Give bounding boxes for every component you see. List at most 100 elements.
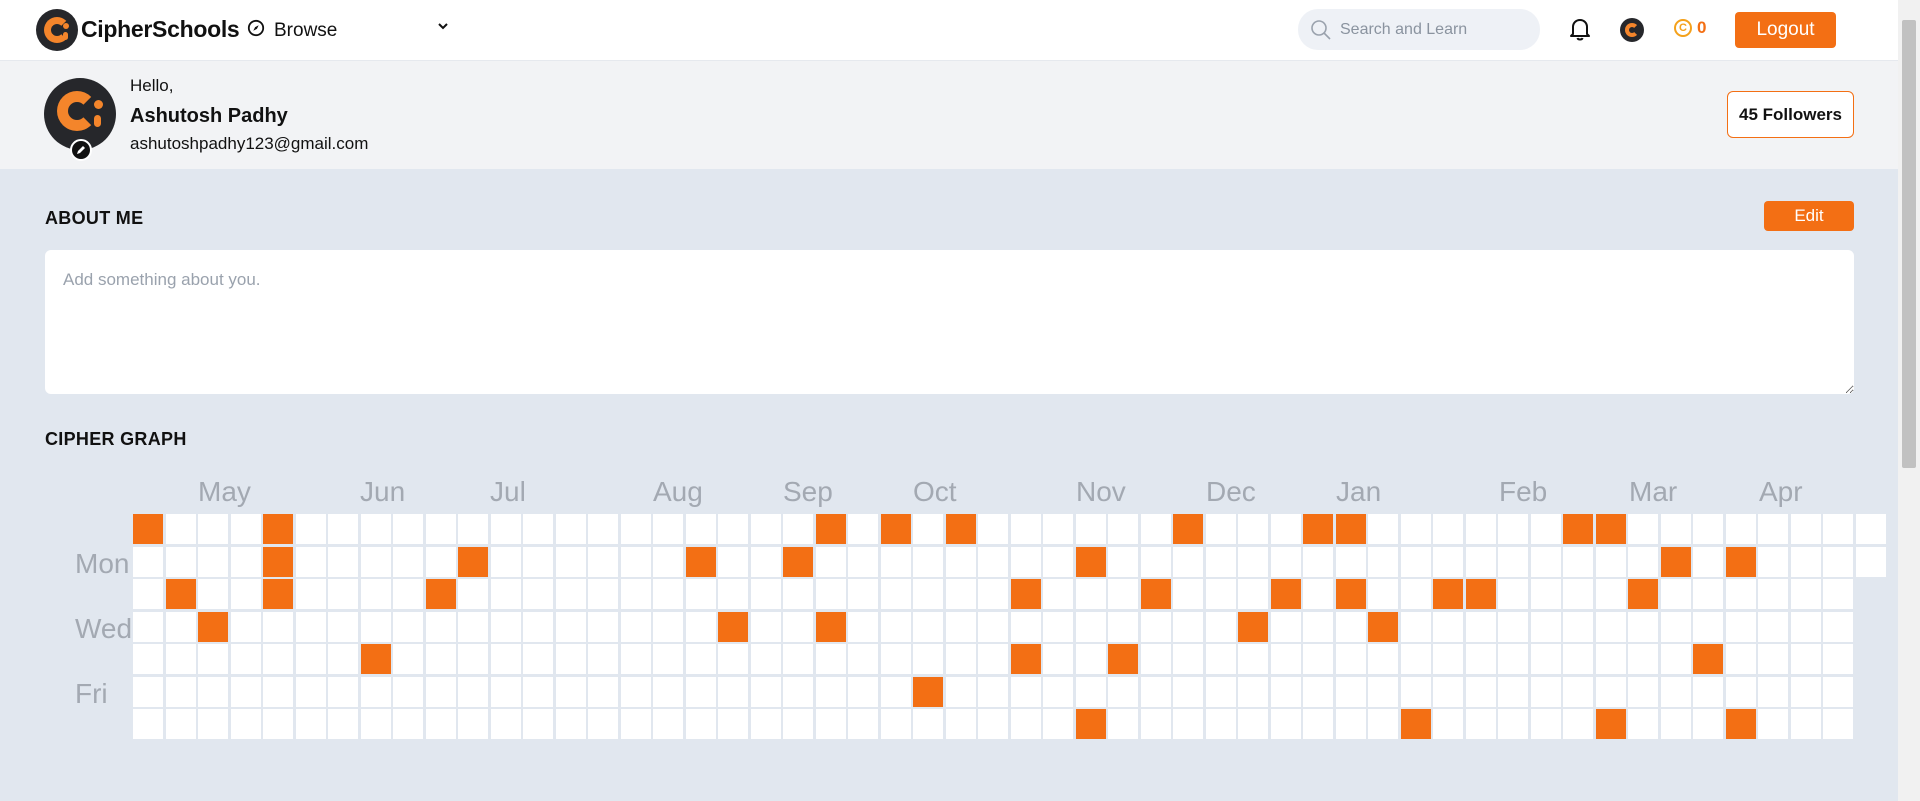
graph-cell[interactable] (913, 709, 943, 739)
cipherschools-mini-icon[interactable] (1620, 18, 1644, 42)
graph-cell[interactable] (1043, 546, 1073, 577)
graph-cell[interactable] (1043, 579, 1073, 609)
graph-cell[interactable] (555, 611, 586, 642)
graph-cell[interactable] (978, 676, 1008, 707)
graph-cell[interactable] (1465, 611, 1496, 642)
graph-cell[interactable] (1335, 611, 1366, 642)
graph-cell[interactable] (1758, 579, 1788, 609)
graph-cell[interactable] (295, 676, 326, 707)
graph-cell[interactable] (718, 644, 748, 674)
graph-cell[interactable] (1498, 644, 1528, 674)
graph-cell[interactable] (685, 579, 716, 609)
graph-cell[interactable] (1075, 514, 1106, 544)
graph-cell[interactable] (1790, 514, 1821, 544)
graph-cell[interactable] (1108, 514, 1138, 544)
graph-cell[interactable] (1465, 546, 1496, 577)
graph-cell[interactable] (555, 709, 586, 739)
graph-cell[interactable] (1433, 611, 1463, 642)
graph-cell[interactable] (1303, 611, 1333, 642)
graph-cell[interactable] (1498, 514, 1528, 544)
graph-cell[interactable] (1238, 676, 1268, 707)
graph-cell[interactable] (848, 579, 878, 609)
graph-cell[interactable] (1498, 579, 1528, 609)
graph-cell[interactable] (848, 611, 878, 642)
graph-cell[interactable] (1660, 644, 1691, 674)
graph-cell[interactable] (1270, 676, 1301, 707)
graph-cell[interactable] (1530, 709, 1561, 739)
graph-cell[interactable] (263, 546, 293, 577)
graph-cell[interactable] (1563, 709, 1593, 739)
graph-cell[interactable] (1400, 546, 1431, 577)
graph-cell[interactable] (750, 709, 781, 739)
graph-cell[interactable] (1335, 514, 1366, 544)
graph-cell[interactable] (945, 579, 976, 609)
graph-cell[interactable] (880, 546, 911, 577)
graph-cell[interactable] (1595, 709, 1626, 739)
graph-cell[interactable] (295, 644, 326, 674)
graph-cell[interactable] (1400, 579, 1431, 609)
graph-cell[interactable] (1823, 709, 1853, 739)
graph-cell[interactable] (393, 709, 423, 739)
graph-cell[interactable] (945, 676, 976, 707)
graph-cell[interactable] (1465, 514, 1496, 544)
graph-cell[interactable] (1238, 514, 1268, 544)
graph-cell[interactable] (230, 579, 261, 609)
graph-cell[interactable] (1043, 644, 1073, 674)
graph-cell[interactable] (230, 644, 261, 674)
graph-cell[interactable] (685, 709, 716, 739)
graph-cell[interactable] (913, 644, 943, 674)
graph-cell[interactable] (815, 514, 846, 544)
graph-cell[interactable] (360, 546, 391, 577)
graph-cell[interactable] (1433, 579, 1463, 609)
graph-cell[interactable] (1855, 514, 1886, 544)
graph-cell[interactable] (1270, 709, 1301, 739)
graph-cell[interactable] (165, 611, 196, 642)
graph-cell[interactable] (718, 676, 748, 707)
graph-cell[interactable] (1075, 644, 1106, 674)
graph-cell[interactable] (490, 514, 521, 544)
graph-cell[interactable] (1043, 611, 1073, 642)
graph-cell[interactable] (1205, 546, 1236, 577)
graph-cell[interactable] (685, 676, 716, 707)
graph-cell[interactable] (1758, 676, 1788, 707)
graph-cell[interactable] (653, 611, 683, 642)
scrollbar-thumb[interactable] (1902, 20, 1916, 468)
graph-cell[interactable] (783, 644, 813, 674)
graph-cell[interactable] (718, 611, 748, 642)
coin-balance[interactable]: C 0 (1674, 18, 1706, 38)
graph-cell[interactable] (555, 514, 586, 544)
graph-cell[interactable] (1693, 676, 1723, 707)
graph-cell[interactable] (1140, 579, 1171, 609)
graph-cell[interactable] (1595, 676, 1626, 707)
graph-cell[interactable] (133, 644, 163, 674)
graph-cell[interactable] (1725, 644, 1756, 674)
graph-cell[interactable] (978, 514, 1008, 544)
graph-cell[interactable] (198, 579, 228, 609)
graph-cell[interactable] (1823, 644, 1853, 674)
graph-cell[interactable] (458, 546, 488, 577)
graph-cell[interactable] (198, 514, 228, 544)
page-scrollbar[interactable] (1898, 0, 1920, 801)
graph-cell[interactable] (1108, 546, 1138, 577)
graph-cell[interactable] (718, 514, 748, 544)
graph-cell[interactable] (685, 644, 716, 674)
graph-cell[interactable] (653, 514, 683, 544)
graph-cell[interactable] (393, 676, 423, 707)
graph-cell[interactable] (1075, 579, 1106, 609)
graph-cell[interactable] (425, 644, 456, 674)
graph-cell[interactable] (1498, 546, 1528, 577)
graph-cell[interactable] (750, 514, 781, 544)
graph-cell[interactable] (1173, 611, 1203, 642)
graph-cell[interactable] (1660, 579, 1691, 609)
graph-cell[interactable] (1140, 546, 1171, 577)
graph-cell[interactable] (1563, 644, 1593, 674)
graph-cell[interactable] (1823, 546, 1853, 577)
graph-cell[interactable] (1725, 709, 1756, 739)
graph-cell[interactable] (198, 644, 228, 674)
graph-cell[interactable] (165, 546, 196, 577)
graph-cell[interactable] (880, 709, 911, 739)
graph-cell[interactable] (490, 546, 521, 577)
graph-cell[interactable] (1173, 579, 1203, 609)
graph-cell[interactable] (653, 644, 683, 674)
graph-cell[interactable] (945, 514, 976, 544)
